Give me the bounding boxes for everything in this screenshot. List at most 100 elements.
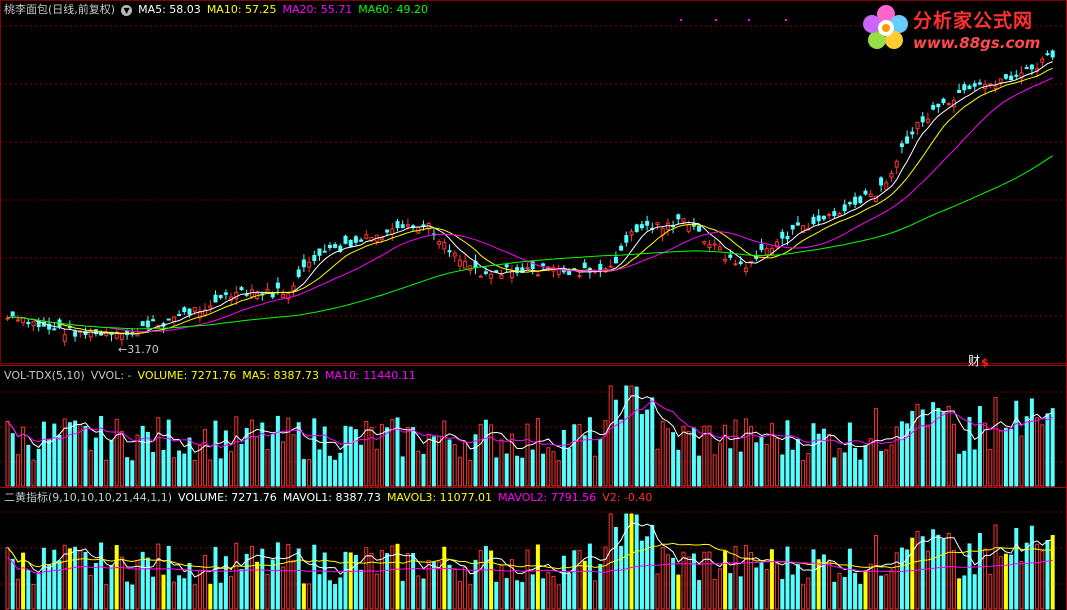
candle-body — [145, 320, 150, 328]
erhuang-bar — [281, 566, 286, 610]
erhuang-bar — [114, 545, 119, 610]
candle-body — [317, 248, 322, 256]
erhuang-bar — [749, 552, 754, 610]
erhuang-bar — [203, 554, 208, 610]
volume-bar — [1040, 424, 1045, 487]
volume-bar — [416, 450, 421, 487]
volume-bar — [619, 419, 624, 487]
erhuang-bar — [223, 556, 228, 610]
erhuang-bar — [343, 551, 348, 610]
volume-bar — [177, 450, 182, 487]
erhuang-bar — [775, 563, 780, 610]
candle-body — [832, 211, 837, 217]
candle-body — [489, 273, 494, 279]
volume-bar — [983, 422, 988, 487]
chart-canvas — [0, 0, 1067, 610]
erhuang-bar — [728, 573, 733, 610]
candle-body — [645, 220, 650, 226]
volume-bar — [676, 449, 681, 487]
erhuang-bar — [307, 583, 312, 610]
vol-ma5-label: MA5: 8387.73 — [242, 369, 319, 382]
ma20-label: MA20: 55.71 — [282, 3, 353, 16]
erhuang-bar — [754, 567, 759, 610]
erhuang-bar — [764, 569, 769, 610]
candle-body — [717, 246, 722, 251]
erhuang-bar — [743, 544, 748, 610]
volume-bar — [1050, 408, 1055, 487]
erhuang-bar — [218, 582, 223, 610]
erhuang-bar — [681, 551, 686, 610]
candle-body — [234, 291, 239, 300]
erhuang-bar — [567, 573, 572, 610]
candle-body — [790, 224, 795, 230]
candle-body — [681, 218, 686, 223]
volume-bar — [988, 449, 993, 487]
volume-bar — [977, 406, 982, 487]
logo-url: www.88gs.com — [913, 34, 1041, 52]
erhuang-bar — [884, 574, 889, 610]
volume-bar — [951, 423, 956, 487]
volume-bar — [863, 445, 868, 487]
erhuang-bar — [603, 546, 608, 610]
volume-bar — [255, 436, 260, 487]
erhuang-bar — [411, 552, 416, 610]
candle-body — [504, 264, 509, 268]
erhuang-bar — [515, 580, 520, 610]
candle-body — [858, 196, 863, 204]
erhuang-bar — [551, 575, 556, 610]
volume-bar — [920, 409, 925, 487]
erhuang-bar — [317, 574, 322, 610]
candle-body — [853, 196, 858, 205]
erhuang-bar — [322, 552, 327, 610]
volume-bar — [686, 430, 691, 487]
volume-bar — [145, 431, 150, 487]
volume-bar — [749, 426, 754, 487]
candle-body — [348, 239, 353, 247]
erhuang-bar — [613, 527, 618, 610]
candle-body — [291, 285, 296, 292]
candle-body — [863, 190, 868, 195]
volume-bar — [218, 458, 223, 487]
low-price-label: ←31.70 — [118, 343, 159, 356]
volume-bar — [338, 452, 343, 487]
chevron-down-icon[interactable]: ▼ — [121, 4, 133, 16]
erhuang-bar — [161, 574, 166, 610]
erhuang-bar — [530, 574, 535, 610]
erhuang-bar — [457, 581, 462, 610]
volume-bar — [889, 444, 894, 487]
erhuang-bar — [1003, 553, 1008, 610]
erhuang-bar — [608, 513, 613, 610]
erhuang-bar — [977, 533, 982, 610]
volume-bar — [993, 397, 998, 487]
finance-marker[interactable]: 财 — [968, 352, 980, 369]
candle-body — [182, 307, 187, 313]
candle-body — [759, 243, 764, 250]
volume-bar — [125, 457, 130, 487]
candle-body — [452, 252, 457, 257]
candle-body — [931, 105, 936, 110]
volume-bar — [312, 418, 317, 487]
candle-body — [359, 239, 364, 242]
volume-bar — [821, 428, 826, 487]
volume-bar — [660, 420, 665, 487]
volume-label: VOLUME: 7271.76 — [137, 369, 237, 382]
candle-body — [879, 177, 884, 186]
candle-body — [437, 241, 442, 245]
erhuang-bar — [177, 575, 182, 610]
candle-body — [702, 240, 707, 244]
volume-bar — [561, 429, 566, 487]
erhuang-bar — [301, 583, 306, 610]
volume-bar — [57, 434, 62, 487]
candle-body — [187, 308, 192, 315]
erhuang-bar — [660, 547, 665, 610]
erhuang-bar — [697, 580, 702, 610]
volume-bar — [73, 420, 78, 487]
erhuang-bar — [717, 568, 722, 610]
volume-bar — [769, 423, 774, 487]
volume-bar — [780, 454, 785, 487]
volume-bar — [827, 434, 832, 487]
candle-body — [619, 245, 624, 251]
candle-body — [655, 222, 660, 226]
erhuang-bar — [634, 514, 639, 610]
ma60-line — [7, 155, 1053, 330]
